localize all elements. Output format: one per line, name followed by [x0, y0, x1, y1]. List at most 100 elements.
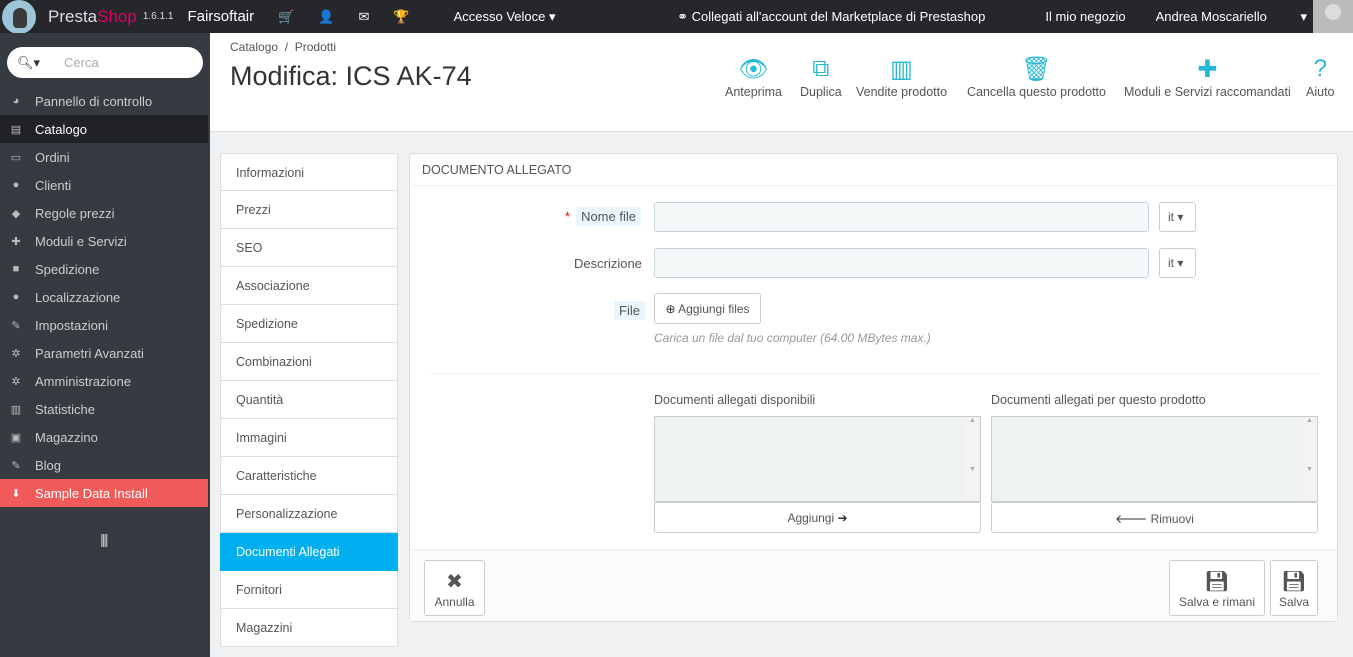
sidebar-item-regole-prezzi[interactable]: ◆ Regole prezzi: [0, 199, 208, 227]
description-input[interactable]: [654, 248, 1149, 278]
toolbar-label: Aiuto: [1306, 85, 1335, 99]
cog-icon: ✲: [11, 375, 21, 388]
sidebar-item-pannello-di-controllo[interactable]: ◕ Pannello di controllo: [0, 87, 208, 115]
sidebar-item-parametri-avanzati[interactable]: ✲ Parametri Avanzati: [0, 339, 208, 367]
prestashop-logo[interactable]: [2, 0, 36, 34]
cancel-button[interactable]: ✖ Annulla: [424, 560, 485, 616]
add-attachment-button[interactable]: Aggiungi ➔: [654, 502, 981, 533]
attachment-panel: DOCUMENTO ALLEGATO * Nome file it ▾ Descr…: [409, 153, 1338, 622]
file-hint: Carica un file dal tuo computer (64.00 M…: [654, 331, 931, 345]
trophy-icon[interactable]: 🏆: [393, 9, 409, 25]
breadcrumb-catalog[interactable]: Catalogo: [230, 40, 278, 54]
page-header: Catalogo / Prodotti Modifica: ICS AK-74 …: [210, 33, 1353, 132]
search-placeholder: Cerca: [64, 55, 99, 70]
version: 1.6.1.1: [142, 11, 174, 22]
remove-attachment-button[interactable]: 🡐 Rimuovi: [991, 502, 1318, 533]
sidebar-item-sample-data-install[interactable]: ⬇ Sample Data Install: [0, 479, 208, 507]
envelope-icon[interactable]: ✉: [359, 9, 370, 25]
sidebar-item-statistiche[interactable]: ▥ Statistiche: [0, 395, 208, 423]
trash-icon: 🗑: [1021, 56, 1052, 83]
tab-documenti-allegati[interactable]: Documenti Allegati: [220, 533, 398, 571]
product-attachments-list[interactable]: ▲ ▼: [991, 416, 1318, 502]
sidebar-item-clienti[interactable]: ● Clienti: [0, 171, 208, 199]
user-icon[interactable]: 👤: [318, 9, 334, 25]
tab-associazione[interactable]: Associazione: [220, 267, 398, 305]
sidebar-item-label: Spedizione: [35, 261, 100, 277]
sidebar-item-magazzino[interactable]: ▣ Magazzino: [0, 423, 208, 451]
my-shop-link[interactable]: Il mio negozio: [1045, 9, 1125, 24]
available-attachments-list[interactable]: ▲ ▼: [654, 416, 981, 502]
tab-personalizzazione[interactable]: Personalizzazione: [220, 495, 398, 533]
description-language-select[interactable]: it ▾: [1159, 248, 1196, 278]
bar-chart-icon: ▥: [890, 56, 913, 83]
sidebar-item-impostazioni[interactable]: ✎ Impostazioni: [0, 311, 208, 339]
search-input[interactable]: 🔍︎▾ Cerca: [7, 47, 203, 78]
toolbar-aiuto-button[interactable]: ? Aiuto: [1306, 55, 1335, 99]
tab-spedizione[interactable]: Spedizione: [220, 305, 398, 343]
page-title: Modifica: ICS AK-74: [230, 61, 472, 91]
bar-chart-icon: ▥: [10, 403, 22, 416]
toolbar-duplica-button[interactable]: ⧉ Duplica: [800, 55, 842, 99]
sidebar-item-label: Regole prezzi: [35, 205, 115, 221]
divider: [430, 373, 1319, 374]
sidebar-item-label: Parametri Avanzati: [35, 345, 144, 361]
toolbar-anteprima-button[interactable]: 👁 Anteprima: [725, 55, 782, 99]
tab-seo[interactable]: SEO: [220, 229, 398, 267]
save-and-stay-button[interactable]: 💾︎ Salva e rimani: [1169, 560, 1265, 616]
sidebar-item-amministrazione[interactable]: ✲ Amministrazione: [0, 367, 208, 395]
sidebar-item-catalogo[interactable]: ▤ Catalogo: [0, 115, 208, 143]
sidebar-item-spedizione[interactable]: ■ Spedizione: [0, 255, 208, 283]
add-files-button[interactable]: ⊕ Aggiungi files: [654, 293, 761, 324]
puzzle-icon: ✚: [1197, 56, 1218, 83]
collapse-sidebar-icon[interactable]: ||||: [100, 531, 108, 547]
sidebar-item-label: Impostazioni: [35, 317, 108, 333]
sidebar-item-label: Clienti: [35, 177, 72, 193]
sidebar-item-label: Pannello di controllo: [35, 93, 153, 109]
credit-card-icon: ▭: [10, 151, 22, 164]
cogs-icon: ✲: [11, 347, 21, 360]
tab-fornitori[interactable]: Fornitori: [220, 571, 398, 609]
toolbar-moduli-e-servizi-raccomandati-button[interactable]: ✚ Moduli e Servizi raccomandati: [1124, 55, 1291, 99]
scrollbar[interactable]: ▲ ▼: [965, 417, 980, 501]
shop-name[interactable]: Fairsoftair: [187, 8, 254, 25]
sidebar-item-ordini[interactable]: ▭ Ordini: [0, 143, 208, 171]
tab-combinazioni[interactable]: Combinazioni: [220, 343, 398, 381]
save-icon: 💾︎: [1281, 571, 1307, 593]
save-button[interactable]: 💾︎ Salva: [1270, 560, 1318, 616]
tab-prezzi[interactable]: Prezzi: [220, 191, 398, 229]
product-attachments-label: Documenti allegati per questo prodotto: [991, 393, 1206, 407]
sidebar-item-label: Localizzazione: [35, 289, 121, 305]
toolbar-vendite-prodotto-button[interactable]: ▥ Vendite prodotto: [856, 55, 947, 99]
tab-magazzini[interactable]: Magazzini: [220, 609, 398, 647]
quick-access-dropdown[interactable]: Accesso Veloce ▾: [454, 9, 556, 25]
close-icon: ✖: [446, 571, 463, 593]
tab-informazioni[interactable]: Informazioni: [220, 153, 398, 191]
eye-icon: 👁: [738, 56, 769, 83]
tab-immagini[interactable]: Immagini: [220, 419, 398, 457]
sidebar-item-label: Magazzino: [35, 429, 98, 445]
sidebar-item-localizzazione[interactable]: ● Localizzazione: [0, 283, 208, 311]
sidebar: 🔍︎▾ Cerca ◕ Pannello di controllo ▤ Catalog…: [0, 33, 210, 657]
search-icon[interactable]: 🔍︎▾: [17, 55, 40, 71]
archive-icon: ▣: [10, 431, 22, 444]
name-language-select[interactable]: it ▾: [1159, 202, 1196, 232]
avatar[interactable]: [1313, 0, 1353, 33]
tab-caratteristiche[interactable]: Caratteristiche: [220, 457, 398, 495]
toolbar-label: Anteprima: [725, 85, 782, 99]
name-label: * Nome file: [565, 207, 641, 226]
cart-icon[interactable]: 🛒: [278, 9, 294, 25]
scrollbar[interactable]: ▲ ▼: [1302, 417, 1317, 501]
tab-quantità[interactable]: Quantità: [220, 381, 398, 419]
save-icon: 💾︎: [1204, 571, 1230, 593]
filename-input[interactable]: [654, 202, 1149, 232]
toolbar-cancella-questo-prodotto-button[interactable]: 🗑 Cancella questo prodotto: [967, 55, 1106, 99]
sidebar-item-blog[interactable]: ✎ Blog: [0, 451, 208, 479]
sidebar-item-label: Moduli e Servizi: [35, 233, 127, 249]
download-icon: ⬇: [11, 487, 21, 500]
user-menu[interactable]: Andrea Moscariello ▾: [1156, 9, 1307, 25]
sidebar-item-moduli-e-servizi[interactable]: ✚ Moduli e Servizi: [0, 227, 208, 255]
globe-icon: ●: [12, 291, 20, 303]
product-tabs: Informazioni Prezzi SEO Associazione Spedizi…: [220, 153, 398, 647]
marketplace-link[interactable]: ⚭ Collegati all'account del Marketplace …: [677, 9, 1015, 25]
breadcrumb-products[interactable]: Prodotti: [295, 40, 336, 54]
